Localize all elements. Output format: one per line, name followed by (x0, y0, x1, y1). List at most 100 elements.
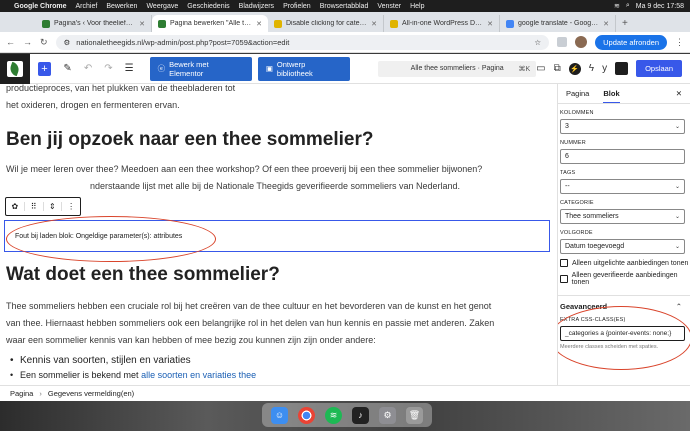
menu-venster[interactable]: Venster (377, 3, 401, 10)
undo-icon[interactable]: ↶ (84, 63, 92, 74)
breadcrumb-block[interactable]: Gegevens vermelding(en) (48, 389, 134, 398)
kolommen-select[interactable]: 3 ⌄ (560, 119, 685, 134)
url-text[interactable]: nationaletheegids.nl/wp-admin/post.php?p… (76, 38, 528, 47)
browser-tab-active[interactable]: Pagina bewerken "Alle thee s ✕ (152, 15, 268, 32)
profile-avatar[interactable] (575, 36, 588, 48)
verified-only-checkbox[interactable]: Alleen geverifieerde aanbiedingen tonen (560, 272, 690, 286)
browser-tab[interactable]: google translate - Google Sea ✕ (500, 15, 616, 32)
editor-canvas[interactable]: productieproces, van het plukken van de … (0, 84, 557, 385)
settings-sidebar: Pagina Blok ✕ KOLOMMEN 3 ⌄ NUMMER 6 TAGS… (557, 84, 690, 385)
new-tab-icon[interactable]: + (616, 15, 634, 32)
clock[interactable]: Ma 9 dec 17:58 (636, 3, 684, 10)
site-info-icon[interactable]: ⚙ (64, 38, 71, 47)
yoast-icon[interactable]: y (602, 63, 607, 74)
tab-title: Disable clicking for categorie (286, 20, 368, 27)
settings-sidebar-icon[interactable] (615, 62, 629, 75)
checkbox-box[interactable] (560, 259, 568, 267)
more-options-icon[interactable]: ⋮ (62, 202, 80, 211)
redo-icon[interactable]: ↷ (104, 63, 112, 74)
drag-handle-icon[interactable]: ⠿ (25, 202, 44, 211)
inline-link[interactable]: alle soorten en variaties thee (141, 370, 256, 380)
close-icon[interactable]: ✕ (256, 20, 262, 28)
tab-page[interactable]: Pagina (566, 89, 589, 98)
tab-block[interactable]: Blok (603, 89, 620, 103)
search-icon[interactable]: ⌕ (626, 2, 630, 10)
browser-tab[interactable]: Disable clicking for categorie ✕ (268, 15, 384, 32)
trash-icon[interactable]: 🗑 (406, 406, 423, 424)
forward-arrow-icon[interactable]: → (23, 37, 32, 47)
reload-icon[interactable]: ↻ (40, 37, 48, 48)
elementor-button[interactable]: ⓔ Bewerk met Elementor (149, 56, 252, 81)
wifi-icon[interactable]: ≋ (614, 2, 620, 10)
heading-what-does[interactable]: Wat doet een thee sommelier? (6, 264, 551, 286)
block-type-icon[interactable]: ✿ (6, 202, 25, 211)
breadcrumb: Pagina › Gegevens vermelding(en) (0, 385, 690, 401)
back-arrow-icon[interactable]: ← (6, 37, 15, 47)
browser-tab[interactable]: Pagina's ‹ Voor theeliefhebbe ✕ (36, 15, 152, 32)
intro-paragraph[interactable]: productieproces, van het plukken van de … (6, 84, 551, 114)
command-shortcut: ⌘K (518, 65, 531, 73)
menu-profielen[interactable]: Profielen (283, 3, 311, 10)
close-icon[interactable]: ✕ (676, 89, 682, 98)
categorie-select[interactable]: Thee sommeliers ⌄ (560, 209, 685, 224)
preview-icon[interactable]: ▭ (536, 63, 545, 74)
paragraph-line[interactable]: Thee sommeliers hebben een cruciale rol … (6, 298, 551, 315)
menu-bewerken[interactable]: Bewerken (106, 3, 137, 10)
save-button[interactable]: Opslaan (636, 60, 682, 77)
bolt-icon[interactable]: ϟ (589, 63, 594, 74)
browser-tab[interactable]: All-in-one WordPress Director ✕ (384, 15, 500, 32)
menu-app[interactable]: Google Chrome (14, 3, 67, 10)
close-icon[interactable]: ✕ (487, 20, 493, 28)
move-up-down-icon[interactable]: ⇕ (44, 202, 63, 211)
document-bar[interactable]: Alle thee sommeliers · Pagina ⌘K (378, 60, 537, 77)
star-icon[interactable]: ☆ (534, 38, 541, 47)
tab-title: All-in-one WordPress Director (402, 20, 483, 27)
extension-icon[interactable] (557, 37, 568, 47)
music-icon[interactable]: ♪ (352, 406, 369, 424)
library-button[interactable]: ▣ Ontwerp bibliotheek (257, 56, 351, 81)
finder-icon[interactable]: ☺ (271, 406, 288, 424)
library-icon: ▣ (265, 64, 273, 73)
list-view-icon[interactable]: ☰ (125, 63, 134, 74)
menu-geschiedenis[interactable]: Geschiedenis (187, 3, 229, 10)
menu-bladwijzers[interactable]: Bladwijzers (239, 3, 274, 10)
heading-sommelier[interactable]: Ben jij opzoek naar een thee sommelier? (6, 129, 551, 151)
checkbox-box[interactable] (560, 275, 568, 283)
close-icon[interactable]: ✕ (371, 20, 377, 28)
close-icon[interactable]: ✕ (139, 20, 145, 28)
paragraph-line[interactable]: waar een sommelier kennis van kan hebben… (6, 332, 551, 349)
paragraph-line[interactable]: van thee. Hiernaast hebben sommeliers oo… (6, 315, 551, 332)
spotify-icon[interactable]: ≋ (325, 406, 342, 424)
menu-archief[interactable]: Archief (76, 3, 98, 10)
nummer-input[interactable]: 6 (560, 149, 685, 164)
external-link-icon[interactable]: ⧉ (554, 63, 561, 74)
update-button[interactable]: Update afronden (595, 34, 667, 50)
tags-select[interactable]: -- ⌄ (560, 179, 685, 194)
add-block-button[interactable]: + (37, 61, 52, 76)
address-bar[interactable]: ⚙ nationaletheegids.nl/wp-admin/post.php… (55, 34, 550, 50)
jetpack-icon[interactable]: ⚡ (568, 62, 581, 75)
document-title: Alle thee sommeliers · Pagina (410, 65, 504, 72)
paragraph-line[interactable]: nderstaande lijst met alle bij de Nation… (6, 178, 551, 195)
browser-tabbar: Pagina's ‹ Voor theeliefhebbe ✕ Pagina b… (0, 12, 690, 32)
pen-icon[interactable]: ✎ (63, 63, 71, 74)
list-item-sub[interactable]: Een sommelier is bekend met alle soorten… (6, 368, 551, 382)
chrome-icon[interactable] (298, 406, 315, 424)
tab-title: Pagina's ‹ Voor theeliefhebbe (54, 20, 135, 27)
close-icon[interactable]: ✕ (603, 20, 609, 28)
volgorde-label: VOLGORDE (560, 230, 593, 236)
breadcrumb-page[interactable]: Pagina (10, 389, 33, 398)
kebab-menu-icon[interactable]: ⋮ (675, 37, 684, 48)
menu-help[interactable]: Help (410, 3, 424, 10)
annotation-ellipse (558, 306, 690, 370)
featured-only-checkbox[interactable]: Alleen uitgelichte aanbiedingen tonen (560, 259, 690, 267)
menu-weergave[interactable]: Weergave (146, 3, 178, 10)
tab-title: Pagina bewerken "Alle thee s (170, 20, 253, 27)
list-item[interactable]: Kennis van soorten, stijlen en variaties (6, 354, 551, 368)
settings-icon[interactable]: ⚙ (379, 406, 396, 424)
menu-browsertabblad[interactable]: Browsertabblad (320, 3, 369, 10)
macos-dock: ☺ ≋ ♪ ⚙ 🗑 (262, 403, 432, 427)
volgorde-select[interactable]: Datum toegevoegd ⌄ (560, 239, 685, 254)
site-logo[interactable] (0, 53, 30, 84)
paragraph-line[interactable]: Wil je meer leren over thee? Meedoen aan… (6, 161, 551, 178)
